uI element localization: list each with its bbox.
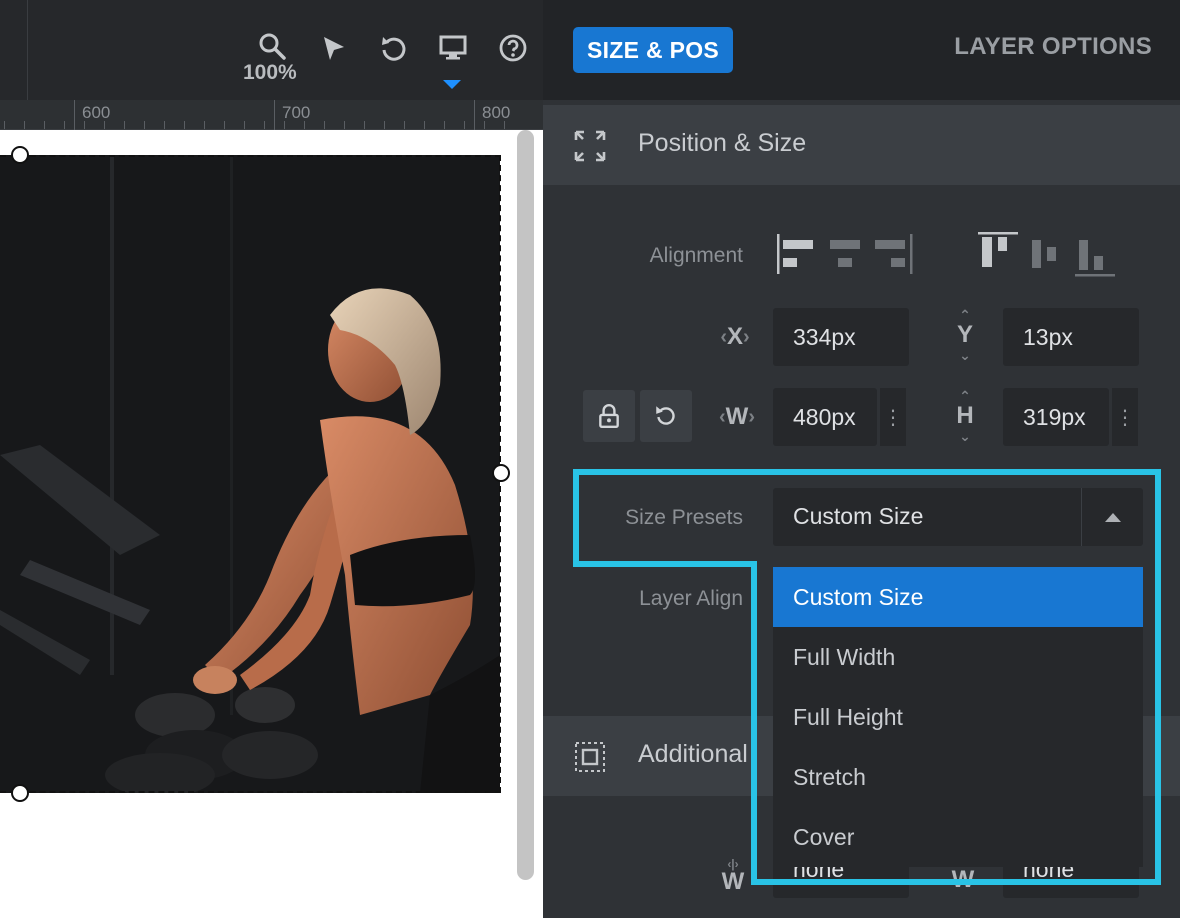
ruler-label: 800 [482, 103, 511, 122]
alignment-label: Alignment [649, 244, 743, 267]
ruler-minor-tick [464, 121, 465, 129]
ruler-minor-tick [324, 121, 325, 129]
min-width-label: ‹|› W [713, 848, 753, 898]
dropdown-option-cover[interactable]: Cover [773, 807, 1143, 867]
reset-size-button[interactable] [640, 390, 692, 442]
ruler-minor-tick [124, 121, 125, 129]
chevron-down-icon: ⌄ [959, 347, 971, 363]
pointer-icon[interactable] [313, 28, 353, 68]
ruler-minor-tick [404, 121, 405, 129]
size-presets-dropdown: Custom Size Full Width Full Height Stret… [773, 567, 1143, 867]
ruler-minor-tick [284, 121, 285, 129]
height-options-kebab-icon[interactable]: ⋮ [1112, 388, 1138, 446]
resize-handle-top-left[interactable] [11, 146, 29, 164]
caret-up-icon[interactable] [1081, 488, 1143, 546]
ruler-minor-tick [264, 121, 265, 129]
section-title: Position & Size [638, 129, 807, 157]
help-icon[interactable] [493, 28, 533, 68]
ruler-minor-tick [144, 121, 145, 129]
ruler-minor-tick [384, 121, 385, 129]
size-presets-select[interactable]: Custom Size [773, 488, 1143, 546]
chevron-left-icon: ‹ [720, 325, 727, 348]
active-device-indicator [443, 80, 461, 89]
x-glyph: X [726, 323, 743, 350]
width-options-kebab-icon[interactable]: ⋮ [880, 388, 906, 446]
x-position-input[interactable]: 334px [773, 308, 909, 366]
size-presets-value: Custom Size [793, 503, 924, 529]
ruler-minor-tick [4, 121, 5, 129]
layer-align-label: Layer Align [639, 587, 743, 610]
ruler-minor-tick [224, 121, 225, 129]
resize-handle-right[interactable] [492, 464, 510, 482]
ruler-minor-tick [364, 121, 365, 129]
search-icon[interactable] [252, 26, 292, 66]
y-glyph: Y [956, 321, 973, 348]
dropdown-option-full-width[interactable]: Full Width [773, 627, 1143, 687]
height-input[interactable]: 319px [1003, 388, 1109, 446]
toolbar-divider [27, 0, 28, 100]
vertical-scrollbar-thumb[interactable] [517, 130, 534, 880]
undo-icon[interactable] [373, 28, 413, 68]
ruler-minor-tick [244, 121, 245, 129]
x-axis-label: ‹ X › [705, 308, 765, 366]
ruler-minor-tick [84, 121, 85, 129]
lock-ratio-button[interactable] [583, 390, 635, 442]
ruler-minor-tick [504, 121, 505, 129]
h-glyph: H [956, 402, 974, 429]
ruler-major-tick [474, 100, 475, 130]
position-size-section-header[interactable]: Position & Size [543, 105, 1180, 185]
dotted-square-icon [573, 740, 607, 774]
size-presets-label: Size Presets [625, 506, 743, 529]
ruler-minor-tick [64, 121, 65, 129]
w-axis-label: ‹ W › [705, 388, 769, 446]
editor-canvas[interactable] [0, 130, 543, 918]
ruler-major-tick [274, 100, 275, 130]
ruler-minor-tick [484, 121, 485, 129]
panel-tabs: SIZE & POS LAYER OPTIONS [543, 0, 1180, 100]
expand-arrows-icon [573, 129, 607, 163]
zoom-level[interactable]: 100% [243, 61, 303, 85]
h-axis-label: ⌃ H ⌄ [948, 386, 982, 446]
ruler-minor-tick [184, 121, 185, 129]
dropdown-option-full-height[interactable]: Full Height [773, 687, 1143, 747]
ruler-minor-tick [424, 121, 425, 129]
ruler-minor-tick [24, 121, 25, 129]
chevron-right-icon: › [743, 325, 750, 348]
tab-size-pos[interactable]: SIZE & POS [573, 27, 733, 73]
vertical-align-group [975, 230, 1120, 278]
chevron-right-icon: › [748, 405, 755, 428]
w-glyph: W [725, 403, 749, 430]
ruler-label: 700 [282, 103, 311, 122]
reset-icon [656, 406, 675, 425]
resize-handle-bottom-left[interactable] [11, 784, 29, 802]
chevron-down-icon: ⌄ [959, 428, 971, 444]
chevron-left-icon: ‹ [719, 405, 726, 428]
ruler-minor-tick [204, 121, 205, 129]
lock-icon [599, 404, 619, 429]
section-title: Additional [638, 740, 748, 768]
layer-settings-panel: SIZE & POS LAYER OPTIONS Position & Size… [543, 0, 1180, 918]
y-axis-label: ⌃ Y ⌄ [948, 305, 982, 365]
y-position-input[interactable]: 13px [1003, 308, 1139, 366]
ruler-minor-tick [304, 121, 305, 129]
horizontal-align-group [775, 232, 915, 276]
w-glyph: W [721, 868, 745, 895]
selection-frame [0, 155, 501, 793]
desktop-icon[interactable] [433, 28, 473, 68]
ruler-label: 600 [82, 103, 111, 122]
canvas-toolbar: 100% [0, 0, 543, 100]
horizontal-ruler: 600 700 800 [0, 100, 543, 130]
ruler-major-tick [74, 100, 75, 130]
ruler-minor-tick [164, 121, 165, 129]
ruler-minor-tick [344, 121, 345, 129]
dropdown-option-stretch[interactable]: Stretch [773, 747, 1143, 807]
ruler-minor-tick [104, 121, 105, 129]
dropdown-option-custom-size[interactable]: Custom Size [773, 567, 1143, 627]
ruler-minor-tick [44, 121, 45, 129]
tab-layer-options[interactable]: LAYER OPTIONS [954, 33, 1152, 61]
ruler-minor-tick [444, 121, 445, 129]
width-input[interactable]: 480px [773, 388, 877, 446]
